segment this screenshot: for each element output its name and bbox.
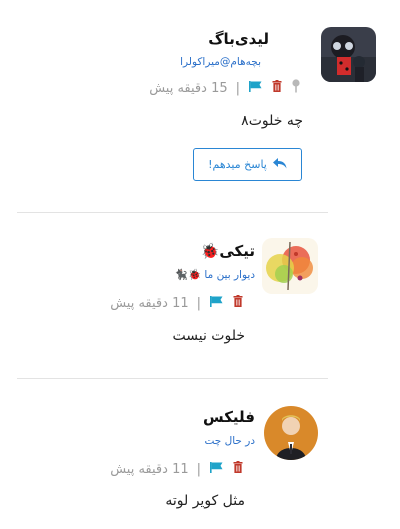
trash-icon[interactable]	[233, 461, 243, 477]
timestamp: 11 دقیقه پیش	[110, 461, 189, 477]
comment-text: مثل کویر لوته	[165, 493, 245, 509]
user-status[interactable]: دیوار بین ما 🐞🐈‍⬛	[175, 268, 255, 281]
trash-icon[interactable]	[272, 80, 282, 96]
separator: |	[235, 80, 240, 96]
avatar[interactable]	[262, 238, 318, 294]
comment-meta: | 11 دقیقه پیش	[110, 295, 243, 311]
avatar[interactable]	[264, 406, 318, 460]
reply-arrow-icon	[272, 157, 287, 172]
separator: |	[196, 461, 201, 477]
comment-2: تیکی🐞 دیوار بین ما 🐞🐈‍⬛ | 11 دقیقه پیش خ…	[0, 213, 400, 378]
username[interactable]: لیدی‌باگ	[208, 30, 269, 48]
reply-button[interactable]: پاسخ میدهم!	[193, 148, 302, 181]
comment-text: چه خلوت۸	[241, 113, 303, 129]
user-status[interactable]: بچه‌هام@میراکولرا	[180, 56, 261, 68]
comment-meta: | 15 دقیقه پیش	[149, 79, 301, 97]
comment-3: فلیکس در حال چت | 11 دقیقه پیش مثل کویر …	[0, 379, 400, 529]
timestamp: 11 دقیقه پیش	[110, 295, 189, 311]
reply-label: پاسخ میدهم!	[208, 158, 267, 171]
pin-icon[interactable]	[291, 79, 301, 97]
ladybug-avatar-image	[321, 27, 376, 82]
tikki-avatar-image	[262, 238, 318, 294]
username[interactable]: فلیکس	[203, 408, 255, 426]
username[interactable]: تیکی🐞	[201, 242, 255, 260]
felix-avatar-image	[264, 406, 318, 460]
separator: |	[196, 295, 201, 311]
flag-icon[interactable]	[210, 461, 224, 477]
timestamp: 15 دقیقه پیش	[149, 80, 228, 96]
comment-1: لیدی‌باگ بچه‌هام@میراکولرا | 15 د	[0, 0, 400, 212]
user-status[interactable]: در حال چت	[204, 435, 255, 447]
flag-icon[interactable]	[249, 80, 263, 96]
avatar[interactable]	[321, 27, 376, 82]
comment-text: خلوت نیست	[172, 328, 245, 344]
flag-icon[interactable]	[210, 295, 224, 311]
trash-icon[interactable]	[233, 295, 243, 311]
comment-meta: | 11 دقیقه پیش	[110, 461, 243, 477]
